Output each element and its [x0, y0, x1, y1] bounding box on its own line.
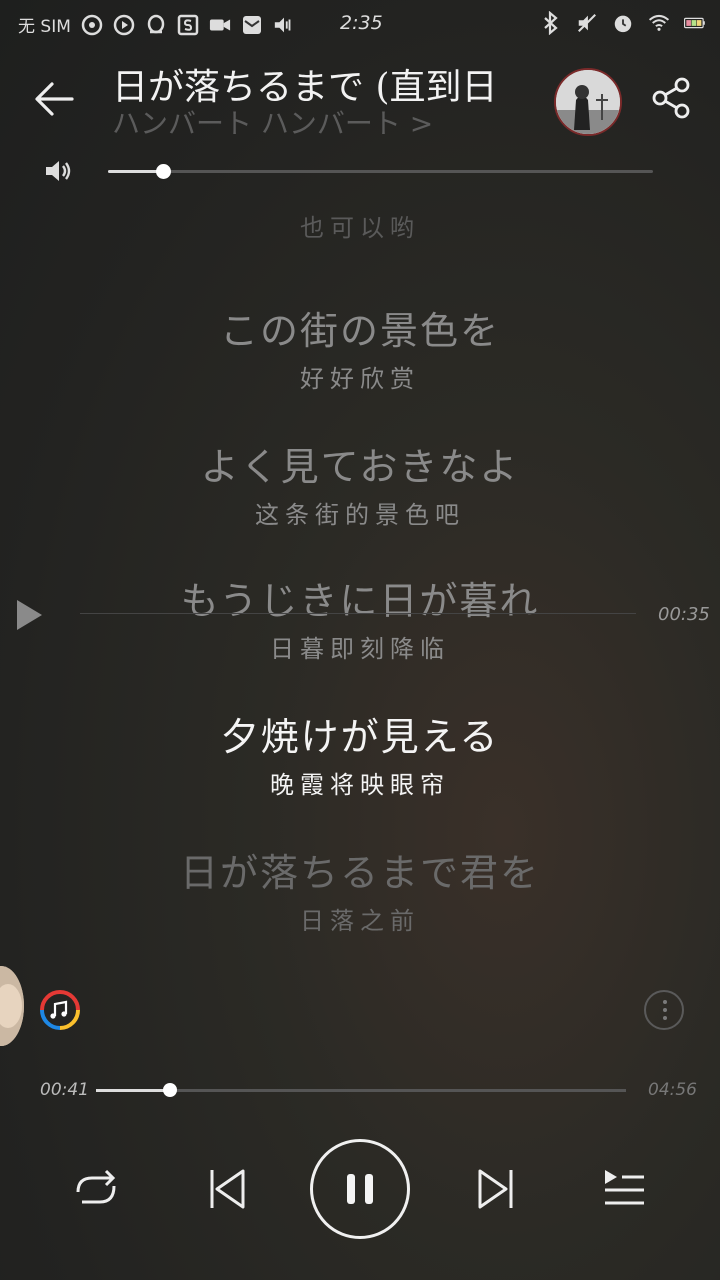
- next-button[interactable]: [476, 1166, 516, 1212]
- lyric-chinese: 也可以哟: [300, 214, 420, 242]
- progress-row: 00:41 04:56: [0, 1070, 720, 1110]
- camera-icon: [209, 14, 231, 36]
- lyric-line[interactable]: この街の景色を好好欣赏: [0, 300, 720, 394]
- lyric-japanese: よく見ておきなよ: [200, 445, 520, 489]
- singer-avatar[interactable]: [554, 68, 622, 136]
- lyric-chinese: 晚霞将映眼帘: [270, 771, 450, 799]
- wifi-icon: [648, 12, 670, 34]
- playback-controls: [0, 1136, 720, 1246]
- mini-singer-photo: [0, 966, 24, 1046]
- next-icon: [478, 1169, 513, 1209]
- netease-icon: [81, 14, 103, 36]
- more-button[interactable]: [644, 990, 684, 1030]
- back-arrow-icon: [35, 82, 74, 116]
- more-icon: [663, 1000, 667, 1004]
- lyric-chinese: 日暮即刻降临: [270, 635, 450, 663]
- share-button[interactable]: [650, 76, 694, 120]
- progress-bar[interactable]: [96, 1083, 626, 1097]
- lyric-japanese: 日が落ちるまで君を: [179, 851, 540, 895]
- mini-singer-avatar[interactable]: [0, 966, 24, 1046]
- previous-button[interactable]: [207, 1166, 247, 1212]
- bluetooth-icon: [540, 11, 562, 35]
- lyric-chinese: 日落之前: [300, 907, 420, 935]
- seek-guide-line: [80, 613, 636, 614]
- player-header: 日が落ちるまで (直到日 ハンバート ハンバート >: [0, 52, 720, 142]
- pause-button[interactable]: [310, 1139, 410, 1239]
- current-time: 00:41: [40, 1080, 89, 1100]
- mute-icon: [576, 12, 598, 34]
- lyric-line[interactable]: 日が落ちるまで君を日落之前: [0, 842, 720, 936]
- share-icon: [652, 77, 690, 119]
- volume-icon[interactable]: [44, 158, 74, 184]
- more-icon-dot: [663, 1008, 667, 1012]
- pause-icon: [347, 1174, 373, 1204]
- lyric-japanese: もうじきに日が暮れ: [180, 579, 540, 623]
- previous-icon: [210, 1169, 245, 1209]
- play-icon: [17, 600, 42, 630]
- seek-play-button[interactable]: [14, 598, 44, 632]
- playlist-icon: [605, 1170, 644, 1205]
- playlist-button[interactable]: [602, 1166, 646, 1212]
- volume-row: [0, 150, 720, 190]
- more-icon-dot: [663, 1016, 667, 1020]
- music-app-logo[interactable]: [40, 990, 80, 1030]
- singer-photo: [556, 70, 620, 134]
- qq-icon: [145, 14, 167, 36]
- speaker-status-icon: [273, 14, 295, 36]
- status-right: [540, 11, 706, 35]
- seek-time: 00:35: [658, 604, 710, 625]
- volume-slider[interactable]: [108, 164, 653, 179]
- progress-knob[interactable]: [163, 1083, 178, 1097]
- artist-link[interactable]: ハンバート ハンバート >: [112, 102, 433, 142]
- repeat-button[interactable]: [72, 1166, 120, 1212]
- volume-knob[interactable]: [155, 164, 171, 179]
- carrier-text: 无 SIM: [18, 17, 71, 37]
- volume-fill: [108, 170, 163, 173]
- total-time: 04:56: [648, 1080, 697, 1100]
- video-play-icon: [113, 14, 135, 36]
- status-clock: 2:35: [340, 12, 383, 34]
- repeat-icon: [76, 1169, 116, 1204]
- lyric-japanese: この街の景色を: [219, 309, 500, 353]
- lyrics-panel[interactable]: 也可以哟 この街の景色を 好好欣赏 よく見ておきなよ 这条街的景色吧 もうじきに日が暮れ日…: [0, 190, 720, 950]
- lyric-line[interactable]: 也可以哟: [0, 204, 720, 243]
- music-note-icon: [40, 990, 80, 1030]
- lyric-chinese: 这条街的景色吧: [255, 501, 465, 529]
- lyric-line[interactable]: もうじきに日が暮れ日暮即刻降临: [0, 570, 720, 664]
- lyric-line-current[interactable]: 夕焼けが見える晚霞将映眼帘: [0, 706, 720, 800]
- lyric-line[interactable]: よく見ておきなよ这条街的景色吧: [0, 436, 720, 530]
- mail-icon: [241, 14, 263, 36]
- progress-fill: [96, 1089, 171, 1092]
- back-button[interactable]: [32, 76, 78, 122]
- status-left: 无 SIM: [18, 12, 295, 37]
- lyric-chinese: 好好欣赏: [300, 365, 420, 393]
- battery-icon: [684, 12, 706, 34]
- s-app-icon: [177, 14, 199, 36]
- lyric-japanese: 夕焼けが見える: [220, 715, 500, 759]
- alarm-icon: [612, 12, 634, 34]
- status-bar: 无 SIM 2:35: [0, 0, 720, 50]
